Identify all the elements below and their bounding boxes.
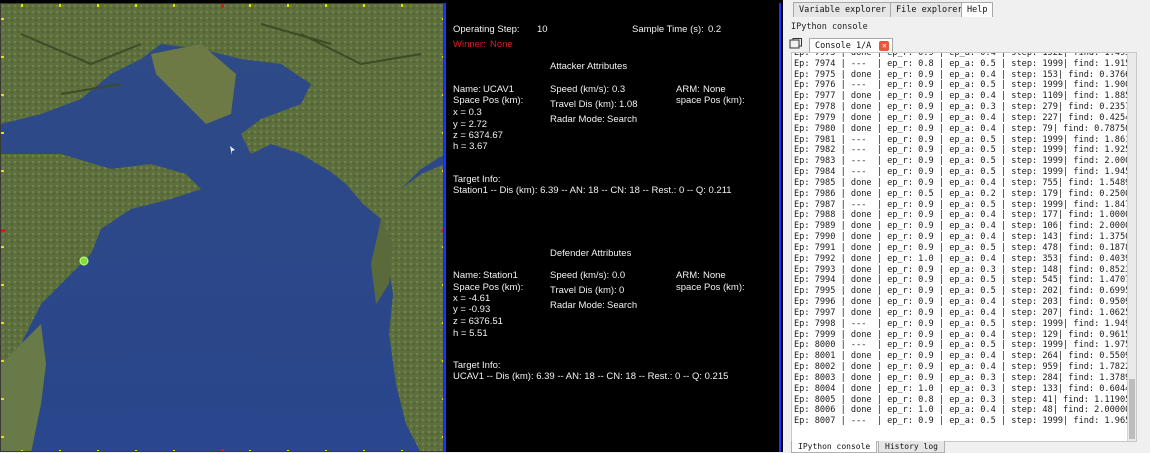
defender-heading: Defender Attributes <box>550 248 632 259</box>
console-line: Ep: 8007 | --- | ep_r: 0.9 | ep_a: 0.5 |… <box>794 416 1137 427</box>
console-line: Ep: 8005 | done | ep_r: 0.8 | ep_a: 0.3 … <box>794 394 1131 405</box>
defender-arm-label: ARM: <box>676 270 700 281</box>
map-canvas <box>1 4 443 451</box>
defender-speed-value: 0.0 <box>612 270 626 281</box>
console-line: Ep: 8002 | done | ep_r: 0.9 | ep_a: 0.4 … <box>794 362 1136 373</box>
defender-travel-value: 0 <box>619 285 625 296</box>
defender-arm-pos-label: space Pos (km): <box>676 282 745 293</box>
console-line: Ep: 7980 | done | ep_r: 0.9 | ep_a: 0.4 … <box>794 123 1131 134</box>
console-line: Ep: 7995 | done | ep_r: 0.9 | ep_a: 0.5 … <box>794 286 1136 297</box>
defender-h: h = 5.51 <box>453 328 488 339</box>
attacker-z: z = 6374.67 <box>453 130 503 141</box>
attacker-y: y = 2.72 <box>453 119 488 130</box>
attacker-space-pos-label: Space Pos (km): <box>453 95 524 106</box>
defender-y: y = -0.93 <box>453 304 491 315</box>
attacker-x: x = 0.3 <box>453 107 482 118</box>
console-scrollbar[interactable] <box>1127 53 1136 441</box>
defender-speed-label: Speed (km/s): <box>550 270 610 281</box>
console-line: Ep: 7974 | --- | ep_r: 0.8 | ep_a: 0.5 |… <box>794 58 1137 69</box>
tab-history-log[interactable]: History log <box>878 441 945 453</box>
console-line: Ep: 7986 | done | ep_r: 0.5 | ep_a: 0.2 … <box>794 188 1136 199</box>
console-line: Ep: 7991 | done | ep_r: 0.9 | ep_a: 0.5 … <box>794 242 1136 253</box>
attacker-radar-label: Radar Mode: <box>550 114 605 125</box>
attacker-arm-value: None <box>703 84 726 95</box>
console-line: Ep: 7981 | --- | ep_r: 0.9 | ep_a: 0.5 |… <box>794 134 1137 145</box>
defender-arm-value: None <box>703 270 726 281</box>
tab-file-explorer[interactable]: File explorer <box>890 2 969 17</box>
console-output[interactable]: Ep: 7973 | done | ep_r: 0.9 | ep_a: 0.4 … <box>791 52 1137 442</box>
console-line: Ep: 7977 | done | ep_r: 0.9 | ep_a: 0.4 … <box>794 91 1137 102</box>
attacker-speed-label: Speed (km/s): <box>550 84 610 95</box>
defender-target-label: Target Info: <box>453 360 501 371</box>
console-line: Ep: 7978 | done | ep_r: 0.9 | ep_a: 0.3 … <box>794 102 1136 113</box>
console-line: Ep: 7976 | --- | ep_r: 0.9 | ep_a: 0.5 |… <box>794 80 1137 91</box>
console-line: Ep: 7979 | done | ep_r: 0.9 | ep_a: 0.4 … <box>794 112 1136 123</box>
attacker-name-label: Name: <box>453 84 481 95</box>
console-line: Ep: 8006 | done | ep_r: 1.0 | ep_a: 0.4 … <box>794 405 1131 416</box>
operating-step-label: Operating Step: <box>453 24 520 35</box>
defender-space-pos-label: Space Pos (km): <box>453 282 524 293</box>
console-line: Ep: 7985 | done | ep_r: 0.9 | ep_a: 0.4 … <box>794 177 1136 188</box>
close-icon[interactable]: ✕ <box>879 40 890 51</box>
defender-x: x = -4.61 <box>453 293 491 304</box>
operating-step-value: 10 <box>537 24 548 35</box>
console-line: Ep: 7987 | --- | ep_r: 0.9 | ep_a: 0.5 |… <box>794 199 1137 210</box>
console-line: Ep: 7973 | done | ep_r: 0.9 | ep_a: 0.4 … <box>794 52 1137 58</box>
defender-target-info: UCAV1 -- Dis (km): 6.39 -- AN: 18 -- CN:… <box>453 371 729 382</box>
attacker-heading: Attacker Attributes <box>550 61 628 72</box>
console-tab-label: Console 1/A <box>815 41 872 51</box>
console-line: Ep: 7992 | done | ep_r: 1.0 | ep_a: 0.4 … <box>794 253 1136 264</box>
console-line: Ep: 7997 | done | ep_r: 0.9 | ep_a: 0.4 … <box>794 307 1136 318</box>
tab-ipython-console[interactable]: IPython console <box>791 441 878 453</box>
attacker-name-value: UCAV1 <box>483 84 514 95</box>
console-line: Ep: 7994 | done | ep_r: 0.9 | ep_a: 0.5 … <box>794 275 1136 286</box>
attacker-target-info: Station1 -- Dis (km): 6.39 -- AN: 18 -- … <box>453 185 732 196</box>
console-line: Ep: 7984 | --- | ep_r: 0.9 | ep_a: 0.5 |… <box>794 167 1137 178</box>
console-line: Ep: 7989 | done | ep_r: 0.9 | ep_a: 0.4 … <box>794 221 1136 232</box>
satellite-map[interactable] <box>0 3 444 452</box>
sample-time-label: Sample Time (s): <box>632 24 704 35</box>
attacker-travel-label: Travel Dis (km): <box>550 99 617 110</box>
panel-title: IPython console <box>791 22 868 32</box>
console-line: Ep: 7999 | done | ep_r: 0.9 | ep_a: 0.4 … <box>794 329 1136 340</box>
console-line: Ep: 8000 | --- | ep_r: 0.9 | ep_a: 0.5 |… <box>794 340 1137 351</box>
console-line: Ep: 7988 | done | ep_r: 0.9 | ep_a: 0.4 … <box>794 210 1136 221</box>
console-line: Ep: 8001 | done | ep_r: 0.9 | ep_a: 0.4 … <box>794 351 1136 362</box>
attacker-target-label: Target Info: <box>453 174 501 185</box>
console-line: Ep: 7975 | done | ep_r: 0.9 | ep_a: 0.4 … <box>794 69 1136 80</box>
new-console-icon[interactable] <box>789 38 803 50</box>
defender-z: z = 6376.51 <box>453 316 503 327</box>
console-line: Ep: 7990 | done | ep_r: 0.9 | ep_a: 0.4 … <box>794 232 1136 243</box>
console-line: Ep: 8003 | done | ep_r: 0.9 | ep_a: 0.3 … <box>794 372 1136 383</box>
winner-value: None <box>490 39 513 50</box>
console-line: Ep: 7993 | done | ep_r: 0.9 | ep_a: 0.3 … <box>794 264 1136 275</box>
console-line: Ep: 8004 | done | ep_r: 1.0 | ep_a: 0.3 … <box>794 383 1136 394</box>
attacker-arm-pos-label: space Pos (km): <box>676 95 745 106</box>
defender-name-label: Name: <box>453 270 481 281</box>
sample-time-value: 0.2 <box>708 24 722 35</box>
ide-panel: Variable explorer File explorer Help IPy… <box>783 0 1150 453</box>
console-lines: Ep: 7973 | done | ep_r: 0.9 | ep_a: 0.4 … <box>794 52 1137 427</box>
defender-travel-label: Travel Dis (km): <box>550 285 617 296</box>
console-line: Ep: 7983 | --- | ep_r: 0.9 | ep_a: 0.5 |… <box>794 156 1137 167</box>
attacker-h: h = 3.67 <box>453 141 488 152</box>
attacker-speed-value: 0.3 <box>612 84 626 95</box>
tab-variable-explorer[interactable]: Variable explorer <box>793 2 892 17</box>
winner-label: Winner: <box>453 39 486 50</box>
attacker-arm-label: ARM: <box>676 84 700 95</box>
console-line: Ep: 7996 | done | ep_r: 0.9 | ep_a: 0.4 … <box>794 297 1136 308</box>
console-tab[interactable]: Console 1/A ✕ <box>809 38 894 53</box>
tab-help[interactable]: Help <box>961 2 994 17</box>
attacker-radar-value: Search <box>607 114 638 125</box>
simulation-window: Operating Step: 10 Sample Time (s): 0.2 … <box>0 0 783 452</box>
defender-radar-value: Search <box>607 300 638 311</box>
attacker-travel-value: 1.08 <box>619 99 638 110</box>
scrollbar-thumb[interactable] <box>1129 379 1135 439</box>
attributes-panel: Operating Step: 10 Sample Time (s): 0.2 … <box>446 3 781 452</box>
defender-radar-label: Radar Mode: <box>550 300 605 311</box>
console-line: Ep: 7998 | --- | ep_r: 0.9 | ep_a: 0.5 |… <box>794 318 1137 329</box>
defender-name-value: Station1 <box>483 270 518 281</box>
station-marker-icon <box>79 256 89 266</box>
console-line: Ep: 7982 | --- | ep_r: 0.9 | ep_a: 0.5 |… <box>794 145 1137 156</box>
